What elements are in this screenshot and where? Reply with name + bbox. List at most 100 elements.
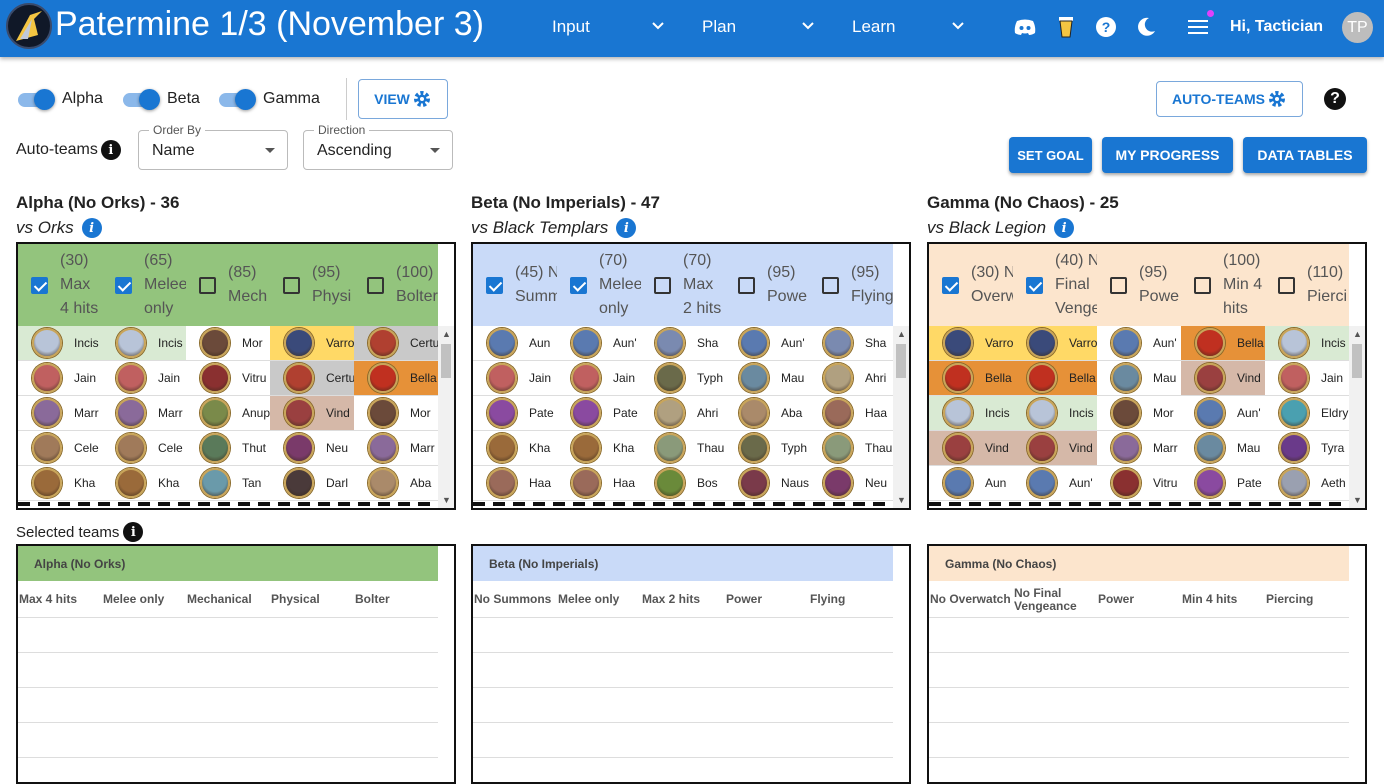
character-cell[interactable]: Mau: [725, 361, 809, 395]
hamburger-menu-icon[interactable]: [1185, 14, 1211, 40]
chevron-down-icon[interactable]: [800, 18, 816, 34]
character-cell[interactable]: Marr: [1097, 431, 1181, 465]
boss-column-header[interactable]: (95) Powe: [725, 244, 809, 326]
character-cell[interactable]: Aun': [1097, 326, 1181, 360]
character-cell[interactable]: Mor: [354, 396, 438, 430]
character-cell[interactable]: Aun: [473, 326, 557, 360]
character-cell[interactable]: Vitru: [186, 361, 270, 395]
character-cell[interactable]: Thau: [809, 431, 893, 465]
scrollbar[interactable]: ▲ ▼: [893, 326, 909, 508]
column-checkbox[interactable]: [570, 277, 587, 294]
character-cell[interactable]: Mau: [1181, 431, 1265, 465]
character-cell[interactable]: Vitru: [1097, 466, 1181, 500]
scrollbar-thumb[interactable]: [441, 344, 451, 378]
boss-column-header[interactable]: (30) Max 4 hits: [18, 244, 102, 326]
discord-icon[interactable]: [1012, 14, 1038, 40]
info-icon[interactable]: i: [123, 522, 144, 542]
character-cell[interactable]: Jain: [473, 361, 557, 395]
scroll-up-arrow-icon[interactable]: ▲: [1353, 329, 1362, 339]
character-cell[interactable]: Varro: [1013, 326, 1097, 360]
column-checkbox[interactable]: [31, 277, 48, 294]
boss-column-header[interactable]: (65) Melee only: [102, 244, 186, 326]
column-checkbox[interactable]: [115, 277, 132, 294]
character-cell[interactable]: Aba: [354, 466, 438, 500]
boss-column-header[interactable]: (70) Melee only: [557, 244, 641, 326]
boss-column-header[interactable]: (95) Physi: [270, 244, 354, 326]
boss-column-header[interactable]: (95) Powe: [1097, 244, 1181, 326]
boss-column-header[interactable]: (70) Max 2 hits: [641, 244, 725, 326]
character-cell[interactable]: Incis: [1013, 396, 1097, 430]
character-cell[interactable]: Incis: [102, 326, 186, 360]
coffee-cup-icon[interactable]: [1053, 14, 1079, 40]
nav-menu-learn[interactable]: Learn: [852, 17, 895, 37]
column-checkbox[interactable]: [199, 277, 216, 294]
boss-column-header[interactable]: (100) Min 4 hits: [1181, 244, 1265, 326]
character-cell[interactable]: Bella: [929, 361, 1013, 395]
character-cell[interactable]: Jain: [1265, 361, 1349, 395]
auto-teams-button[interactable]: AUTO-TEAMS: [1156, 81, 1303, 117]
character-cell[interactable]: Incis: [1265, 326, 1349, 360]
view-settings-button[interactable]: VIEW: [358, 79, 448, 119]
character-cell[interactable]: Kha: [473, 431, 557, 465]
toggle-gamma[interactable]: Gamma: [217, 88, 327, 110]
chevron-down-icon[interactable]: [950, 18, 966, 34]
character-cell[interactable]: Thau: [641, 431, 725, 465]
scrollbar-thumb[interactable]: [896, 344, 906, 378]
character-cell[interactable]: Certu: [354, 326, 438, 360]
scroll-up-arrow-icon[interactable]: ▲: [897, 329, 906, 339]
character-cell[interactable]: Bella: [354, 361, 438, 395]
dark-mode-moon-icon[interactable]: [1133, 14, 1159, 40]
character-cell[interactable]: Pate: [557, 396, 641, 430]
character-cell[interactable]: Haa: [809, 396, 893, 430]
character-cell[interactable]: Darl: [270, 466, 354, 500]
help-icon[interactable]: ?: [1324, 88, 1346, 110]
character-cell[interactable]: Sha: [809, 326, 893, 360]
character-cell[interactable]: Marr: [18, 396, 102, 430]
character-cell[interactable]: Typh: [725, 431, 809, 465]
character-cell[interactable]: Aeth: [1265, 466, 1349, 500]
character-cell[interactable]: Mau: [1097, 361, 1181, 395]
info-icon[interactable]: i: [100, 140, 121, 160]
character-cell[interactable]: Cele: [18, 431, 102, 465]
character-cell[interactable]: Neu: [270, 431, 354, 465]
boss-column-header[interactable]: (110) Pierci: [1265, 244, 1349, 326]
character-cell[interactable]: Marr: [102, 396, 186, 430]
boss-column-header[interactable]: (100) Bolter: [354, 244, 438, 326]
character-cell[interactable]: Tyra: [1265, 431, 1349, 465]
toggle-beta[interactable]: Beta: [121, 88, 211, 110]
info-icon[interactable]: i: [1054, 218, 1075, 238]
order-by-select[interactable]: Order By Name: [138, 123, 288, 170]
info-icon[interactable]: i: [616, 218, 637, 238]
column-checkbox[interactable]: [1278, 277, 1295, 294]
character-cell[interactable]: Aun: [929, 466, 1013, 500]
character-cell[interactable]: Varro: [270, 326, 354, 360]
boss-column-header[interactable]: (95) Flying: [809, 244, 893, 326]
character-cell[interactable]: Kha: [18, 466, 102, 500]
nav-menu-input[interactable]: Input: [552, 17, 590, 37]
scroll-down-arrow-icon[interactable]: ▼: [1353, 495, 1362, 505]
column-checkbox[interactable]: [1110, 277, 1127, 294]
character-cell[interactable]: Vind: [270, 396, 354, 430]
column-checkbox[interactable]: [367, 277, 384, 294]
character-cell[interactable]: Bella: [1181, 326, 1265, 360]
character-cell[interactable]: Aun': [1013, 466, 1097, 500]
character-cell[interactable]: Bos: [641, 466, 725, 500]
character-cell[interactable]: Tan: [186, 466, 270, 500]
character-cell[interactable]: Sha: [641, 326, 725, 360]
character-cell[interactable]: Anup: [186, 396, 270, 430]
toggle-alpha[interactable]: Alpha: [16, 88, 116, 110]
column-checkbox[interactable]: [1026, 277, 1043, 294]
character-cell[interactable]: Kha: [557, 431, 641, 465]
chevron-down-icon[interactable]: [650, 18, 666, 34]
direction-select[interactable]: Direction Ascending: [303, 123, 453, 170]
character-cell[interactable]: Neu: [809, 466, 893, 500]
boss-column-header[interactable]: (30) N Overw: [929, 244, 1013, 326]
character-cell[interactable]: Mor: [186, 326, 270, 360]
column-checkbox[interactable]: [283, 277, 300, 294]
my-progress-button[interactable]: MY PROGRESS: [1102, 137, 1233, 173]
character-cell[interactable]: Marr: [354, 431, 438, 465]
character-cell[interactable]: Incis: [929, 396, 1013, 430]
character-cell[interactable]: Vind: [1013, 431, 1097, 465]
character-cell[interactable]: Thut: [186, 431, 270, 465]
column-checkbox[interactable]: [654, 277, 671, 294]
